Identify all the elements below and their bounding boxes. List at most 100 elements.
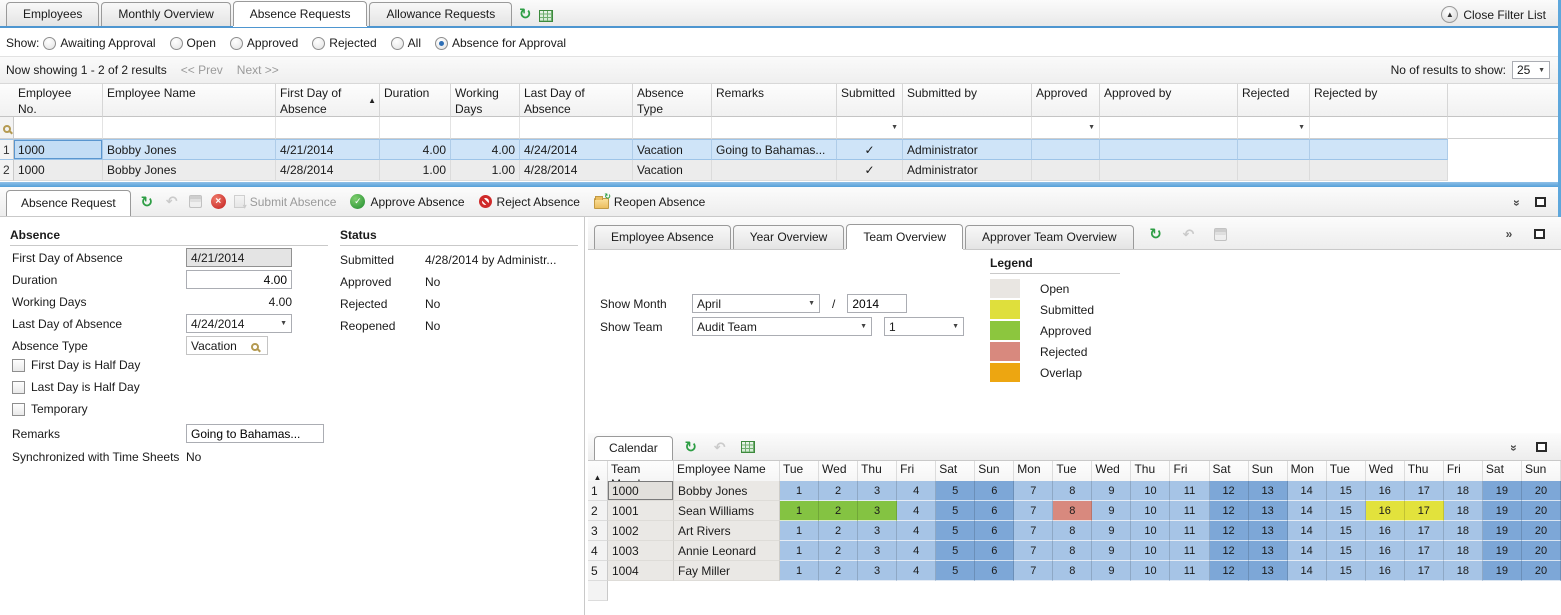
table-icon[interactable] <box>741 441 755 453</box>
team-combo[interactable]: Audit Team ▼ <box>692 317 872 336</box>
radio-awaiting-approval[interactable]: Awaiting Approval <box>43 36 155 50</box>
first-day-field[interactable]: 4/21/2014 <box>186 248 292 267</box>
column-header-employee-name[interactable]: Employee Name <box>103 84 276 117</box>
cell-absence-type[interactable]: Vacation <box>633 160 712 181</box>
column-header-last-day-of-absence[interactable]: Last Day of Absence <box>520 84 633 117</box>
refresh-icon[interactable]: ↻ <box>139 194 155 210</box>
filter-cell-first-day-of-absence[interactable] <box>276 117 380 139</box>
filter-cell-rejected-by[interactable] <box>1310 117 1448 139</box>
column-header-absence-type[interactable]: Absence Type <box>633 84 712 117</box>
column-header-first-day-of-absence[interactable]: First Day of Absence▲ <box>276 84 380 117</box>
cell-approved[interactable] <box>1032 160 1100 181</box>
tab-employee-absence[interactable]: Employee Absence <box>594 225 731 249</box>
last-day-combo[interactable]: 4/24/2014 ▼ <box>186 314 292 333</box>
checkbox-last-day-is-half-day[interactable]: Last Day is Half Day <box>12 376 140 398</box>
cell-absence-type[interactable]: Vacation <box>633 139 712 160</box>
prev-button[interactable]: << Prev <box>181 63 223 77</box>
column-header-approved[interactable]: Approved <box>1032 84 1100 117</box>
grid-search-cell[interactable] <box>0 117 14 139</box>
tab-allowance-requests[interactable]: Allowance Requests <box>369 2 512 26</box>
tab-absence-request[interactable]: Absence Request <box>6 190 131 216</box>
filter-cell-employee-no[interactable] <box>14 117 103 139</box>
column-header-remarks[interactable]: Remarks <box>712 84 837 117</box>
radio-open[interactable]: Open <box>170 36 216 50</box>
undo-icon[interactable]: ↶ <box>1181 226 1197 242</box>
cell-duration[interactable]: 4.00 <box>380 139 451 160</box>
tab-calendar[interactable]: Calendar <box>594 436 673 460</box>
tab-absence-requests[interactable]: Absence Requests <box>233 1 368 26</box>
tab-monthly-overview[interactable]: Monthly Overview <box>101 2 230 26</box>
cell-last-day-of-absence[interactable]: 4/24/2014 <box>520 139 633 160</box>
cell-rejected-by[interactable] <box>1310 139 1448 160</box>
refresh-icon[interactable]: ↻ <box>517 6 533 22</box>
submit-absence-button[interactable]: Submit Absence <box>234 195 337 209</box>
chevrons-down-icon[interactable]: » <box>1509 194 1525 210</box>
table-icon[interactable] <box>539 10 553 22</box>
absence-type-field[interactable]: Vacation <box>186 336 268 355</box>
page-size-select[interactable]: 25 ▼ <box>1512 61 1550 79</box>
month-combo[interactable]: April ▼ <box>692 294 820 313</box>
cell-employee-name[interactable]: Bobby Jones <box>103 139 276 160</box>
column-header-rejected[interactable]: Rejected <box>1238 84 1310 117</box>
column-header-submitted[interactable]: Submitted <box>837 84 903 117</box>
column-header-working-days[interactable]: Working Days <box>451 84 520 117</box>
filter-cell-approved-by[interactable] <box>1100 117 1238 139</box>
cell-approved[interactable] <box>1032 139 1100 160</box>
cell-working-days[interactable]: 1.00 <box>451 160 520 181</box>
filter-cell-rejected[interactable]: ▼ <box>1238 117 1310 139</box>
filter-cell-working-days[interactable] <box>451 117 520 139</box>
reopen-absence-button[interactable]: Reopen Absence <box>594 195 705 209</box>
cell-submitted-by[interactable]: Administrator <box>903 160 1032 181</box>
column-header-employee-no[interactable]: Employee No. <box>14 84 103 117</box>
column-header-rejected-by[interactable]: Rejected by <box>1310 84 1448 117</box>
checkbox-temporary[interactable]: Temporary <box>12 398 140 420</box>
filter-cell-employee-name[interactable] <box>103 117 276 139</box>
table-row[interactable]: 11000Bobby Jones4/21/20144.004.004/24/20… <box>0 139 1558 160</box>
tab-year-overview[interactable]: Year Overview <box>733 225 845 249</box>
cell-rejected[interactable] <box>1238 139 1310 160</box>
chevrons-right-icon[interactable]: » <box>1500 226 1516 242</box>
column-header-approved-by[interactable]: Approved by <box>1100 84 1238 117</box>
close-filter-list-button[interactable]: ▲ Close Filter List <box>1441 6 1546 23</box>
cell-approved-by[interactable] <box>1100 139 1238 160</box>
cell-duration[interactable]: 1.00 <box>380 160 451 181</box>
maximize-icon[interactable] <box>1536 442 1547 452</box>
radio-all[interactable]: All <box>391 36 421 50</box>
remarks-input[interactable] <box>186 424 324 443</box>
filter-cell-submitted[interactable]: ▼ <box>837 117 903 139</box>
column-header-submitted-by[interactable]: Submitted by <box>903 84 1032 117</box>
cell-first-day-of-absence[interactable]: 4/21/2014 <box>276 139 380 160</box>
chevrons-down-icon[interactable]: » <box>1506 439 1522 455</box>
tab-employees[interactable]: Employees <box>6 2 99 26</box>
cell-working-days[interactable]: 4.00 <box>451 139 520 160</box>
team-number-combo[interactable]: 1 ▼ <box>884 317 964 336</box>
search-icon[interactable] <box>251 343 259 351</box>
cell-remarks[interactable]: Going to Bahamas... <box>712 139 837 160</box>
refresh-icon[interactable]: ↻ <box>683 439 699 455</box>
next-button[interactable]: Next >> <box>237 63 279 77</box>
cell-submitted-by[interactable]: Administrator <box>903 139 1032 160</box>
filter-cell-approved[interactable]: ▼ <box>1032 117 1100 139</box>
cell-rejected-by[interactable] <box>1310 160 1448 181</box>
cell-approved-by[interactable] <box>1100 160 1238 181</box>
cell-rejected[interactable] <box>1238 160 1310 181</box>
maximize-icon[interactable] <box>1534 229 1545 239</box>
save-icon[interactable] <box>1214 228 1227 241</box>
cell-submitted[interactable]: ✓ <box>837 160 903 181</box>
filter-cell-absence-type[interactable] <box>633 117 712 139</box>
filter-cell-remarks[interactable] <box>712 117 837 139</box>
cell-employee-name[interactable]: Bobby Jones <box>103 160 276 181</box>
duration-input[interactable] <box>186 270 292 289</box>
filter-cell-duration[interactable] <box>380 117 451 139</box>
search-icon[interactable] <box>3 125 11 133</box>
tab-approver-team-overview[interactable]: Approver Team Overview <box>965 225 1134 249</box>
checkbox-first-day-is-half-day[interactable]: First Day is Half Day <box>12 354 140 376</box>
tab-team-overview[interactable]: Team Overview <box>846 224 963 249</box>
cell-submitted[interactable]: ✓ <box>837 139 903 160</box>
year-input[interactable] <box>847 294 907 313</box>
delete-icon[interactable]: × <box>211 194 226 209</box>
approve-absence-button[interactable]: ✓Approve Absence <box>350 194 464 209</box>
cell-employee-no[interactable]: 1000 <box>14 139 103 160</box>
cell-employee-no[interactable]: 1000 <box>14 160 103 181</box>
maximize-icon[interactable] <box>1535 197 1546 207</box>
